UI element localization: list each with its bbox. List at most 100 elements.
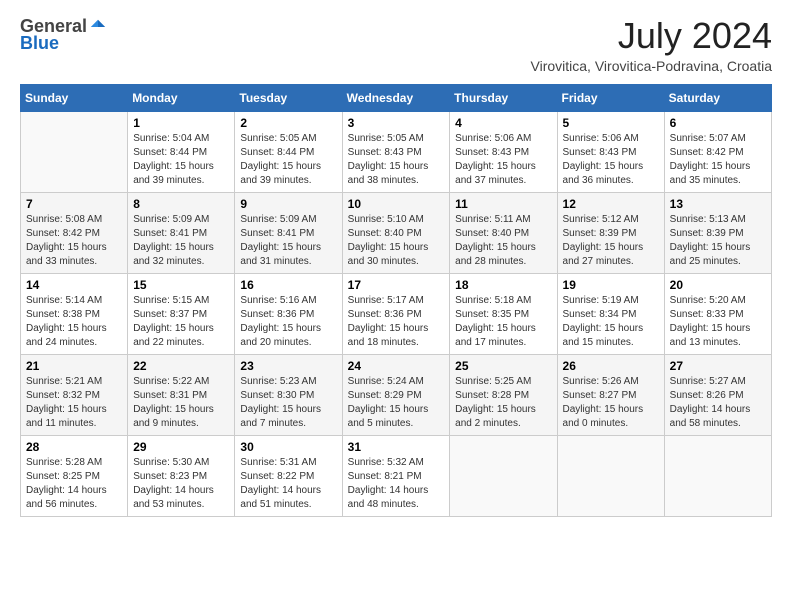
- weekday-header: Tuesday: [235, 84, 342, 111]
- calendar-cell: 25 Sunrise: 5:25 AMSunset: 8:28 PMDayligh…: [450, 354, 557, 435]
- calendar-cell: 26Sunrise: 5:26 AMSunset: 8:27 PMDayligh…: [557, 354, 664, 435]
- day-info: Sunrise: 5:04 AMSunset: 8:44 PMDaylight:…: [133, 132, 229, 188]
- day-info: Sunrise: 5:20 AMSunset: 8:33 PMDaylight:…: [670, 294, 766, 350]
- weekday-header: Saturday: [664, 84, 771, 111]
- calendar-cell: 19 Sunrise: 5:19 AMSunset: 8:34 PMDayligh…: [557, 273, 664, 354]
- day-number: 8: [133, 197, 229, 211]
- day-number: 18: [455, 278, 551, 292]
- calendar-cell: 3 Sunrise: 5:05 AMSunset: 8:43 PMDaylight…: [342, 111, 450, 192]
- day-number: 3: [348, 116, 445, 130]
- calendar-cell: 20 Sunrise: 5:20 AMSunset: 8:33 PMDayligh…: [664, 273, 771, 354]
- day-number: 21: [26, 359, 122, 373]
- calendar-week-row: 28Sunrise: 5:28 AMSunset: 8:25 PMDayligh…: [21, 435, 772, 516]
- weekday-header: Sunday: [21, 84, 128, 111]
- calendar-cell: 27Sunrise: 5:27 AMSunset: 8:26 PMDayligh…: [664, 354, 771, 435]
- calendar-table: SundayMondayTuesdayWednesdayThursdayFrid…: [20, 84, 772, 517]
- calendar-cell: [664, 435, 771, 516]
- calendar-cell: 4 Sunrise: 5:06 AMSunset: 8:43 PMDaylight…: [450, 111, 557, 192]
- day-info: Sunrise: 5:12 AMSunset: 8:39 PMDaylight:…: [563, 213, 659, 269]
- day-number: 20: [670, 278, 766, 292]
- day-info: Sunrise: 5:15 AMSunset: 8:37 PMDaylight:…: [133, 294, 229, 350]
- calendar-cell: 14 Sunrise: 5:14 AMSunset: 8:38 PMDayligh…: [21, 273, 128, 354]
- day-number: 23: [240, 359, 336, 373]
- day-info: Sunrise: 5:13 AMSunset: 8:39 PMDaylight:…: [670, 213, 766, 269]
- calendar-cell: 15 Sunrise: 5:15 AMSunset: 8:37 PMDayligh…: [128, 273, 235, 354]
- calendar-cell: 6 Sunrise: 5:07 AMSunset: 8:42 PMDaylight…: [664, 111, 771, 192]
- calendar-cell: 2 Sunrise: 5:05 AMSunset: 8:44 PMDaylight…: [235, 111, 342, 192]
- calendar-cell: 16Sunrise: 5:16 AMSunset: 8:36 PMDayligh…: [235, 273, 342, 354]
- day-number: 4: [455, 116, 551, 130]
- day-number: 12: [563, 197, 659, 211]
- day-number: 10: [348, 197, 445, 211]
- calendar-cell: 13Sunrise: 5:13 AMSunset: 8:39 PMDayligh…: [664, 192, 771, 273]
- day-info: Sunrise: 5:27 AMSunset: 8:26 PMDaylight:…: [670, 375, 766, 431]
- day-number: 11: [455, 197, 551, 211]
- logo-blue: Blue: [20, 33, 59, 54]
- calendar-cell: 10 Sunrise: 5:10 AMSunset: 8:40 PMDayligh…: [342, 192, 450, 273]
- calendar-cell: 1Sunrise: 5:04 AMSunset: 8:44 PMDaylight…: [128, 111, 235, 192]
- calendar-week-row: 14 Sunrise: 5:14 AMSunset: 8:38 PMDayligh…: [21, 273, 772, 354]
- day-number: 7: [26, 197, 122, 211]
- day-number: 9: [240, 197, 336, 211]
- calendar-cell: 23Sunrise: 5:23 AMSunset: 8:30 PMDayligh…: [235, 354, 342, 435]
- day-number: 15: [133, 278, 229, 292]
- day-number: 25: [455, 359, 551, 373]
- location-subtitle: Virovitica, Virovitica-Podravina, Croati…: [531, 58, 772, 74]
- day-info: Sunrise: 5:09 AMSunset: 8:41 PMDaylight:…: [133, 213, 229, 269]
- day-number: 14: [26, 278, 122, 292]
- calendar-cell: 8 Sunrise: 5:09 AMSunset: 8:41 PMDaylight…: [128, 192, 235, 273]
- logo-icon: [89, 18, 107, 36]
- day-info: Sunrise: 5:16 AMSunset: 8:36 PMDaylight:…: [240, 294, 336, 350]
- day-number: 5: [563, 116, 659, 130]
- calendar-week-row: 1Sunrise: 5:04 AMSunset: 8:44 PMDaylight…: [21, 111, 772, 192]
- calendar-week-row: 7 Sunrise: 5:08 AMSunset: 8:42 PMDaylight…: [21, 192, 772, 273]
- day-info: Sunrise: 5:05 AMSunset: 8:43 PMDaylight:…: [348, 132, 445, 188]
- day-info: Sunrise: 5:28 AMSunset: 8:25 PMDaylight:…: [26, 456, 122, 512]
- day-info: Sunrise: 5:25 AMSunset: 8:28 PMDaylight:…: [455, 375, 551, 431]
- day-number: 2: [240, 116, 336, 130]
- day-number: 30: [240, 440, 336, 454]
- calendar-cell: 22 Sunrise: 5:22 AMSunset: 8:31 PMDayligh…: [128, 354, 235, 435]
- calendar-cell: [557, 435, 664, 516]
- day-number: 26: [563, 359, 659, 373]
- day-info: Sunrise: 5:17 AMSunset: 8:36 PMDaylight:…: [348, 294, 445, 350]
- day-info: Sunrise: 5:19 AMSunset: 8:34 PMDaylight:…: [563, 294, 659, 350]
- day-info: Sunrise: 5:31 AMSunset: 8:22 PMDaylight:…: [240, 456, 336, 512]
- calendar-cell: 21 Sunrise: 5:21 AMSunset: 8:32 PMDayligh…: [21, 354, 128, 435]
- day-number: 22: [133, 359, 229, 373]
- day-info: Sunrise: 5:06 AMSunset: 8:43 PMDaylight:…: [455, 132, 551, 188]
- day-info: Sunrise: 5:06 AMSunset: 8:43 PMDaylight:…: [563, 132, 659, 188]
- day-info: Sunrise: 5:24 AMSunset: 8:29 PMDaylight:…: [348, 375, 445, 431]
- day-info: Sunrise: 5:21 AMSunset: 8:32 PMDaylight:…: [26, 375, 122, 431]
- calendar-cell: 30 Sunrise: 5:31 AMSunset: 8:22 PMDayligh…: [235, 435, 342, 516]
- calendar-header-row: SundayMondayTuesdayWednesdayThursdayFrid…: [21, 84, 772, 111]
- calendar-cell: 7 Sunrise: 5:08 AMSunset: 8:42 PMDaylight…: [21, 192, 128, 273]
- title-block: July 2024 Virovitica, Virovitica-Podravi…: [531, 16, 772, 74]
- calendar-cell: 28Sunrise: 5:28 AMSunset: 8:25 PMDayligh…: [21, 435, 128, 516]
- day-info: Sunrise: 5:30 AMSunset: 8:23 PMDaylight:…: [133, 456, 229, 512]
- day-info: Sunrise: 5:09 AMSunset: 8:41 PMDaylight:…: [240, 213, 336, 269]
- day-info: Sunrise: 5:14 AMSunset: 8:38 PMDaylight:…: [26, 294, 122, 350]
- weekday-header: Thursday: [450, 84, 557, 111]
- logo: General Blue: [20, 16, 107, 54]
- weekday-header: Friday: [557, 84, 664, 111]
- day-number: 31: [348, 440, 445, 454]
- day-info: Sunrise: 5:08 AMSunset: 8:42 PMDaylight:…: [26, 213, 122, 269]
- day-info: Sunrise: 5:32 AMSunset: 8:21 PMDaylight:…: [348, 456, 445, 512]
- day-info: Sunrise: 5:05 AMSunset: 8:44 PMDaylight:…: [240, 132, 336, 188]
- day-info: Sunrise: 5:22 AMSunset: 8:31 PMDaylight:…: [133, 375, 229, 431]
- day-info: Sunrise: 5:10 AMSunset: 8:40 PMDaylight:…: [348, 213, 445, 269]
- calendar-cell: 31 Sunrise: 5:32 AMSunset: 8:21 PMDayligh…: [342, 435, 450, 516]
- calendar-cell: 17Sunrise: 5:17 AMSunset: 8:36 PMDayligh…: [342, 273, 450, 354]
- calendar-cell: 12 Sunrise: 5:12 AMSunset: 8:39 PMDayligh…: [557, 192, 664, 273]
- weekday-header: Wednesday: [342, 84, 450, 111]
- day-number: 19: [563, 278, 659, 292]
- calendar-cell: 5 Sunrise: 5:06 AMSunset: 8:43 PMDaylight…: [557, 111, 664, 192]
- calendar-cell: 18Sunrise: 5:18 AMSunset: 8:35 PMDayligh…: [450, 273, 557, 354]
- calendar-cell: [21, 111, 128, 192]
- day-number: 24: [348, 359, 445, 373]
- day-info: Sunrise: 5:07 AMSunset: 8:42 PMDaylight:…: [670, 132, 766, 188]
- calendar-cell: 24 Sunrise: 5:24 AMSunset: 8:29 PMDayligh…: [342, 354, 450, 435]
- calendar-cell: [450, 435, 557, 516]
- day-number: 6: [670, 116, 766, 130]
